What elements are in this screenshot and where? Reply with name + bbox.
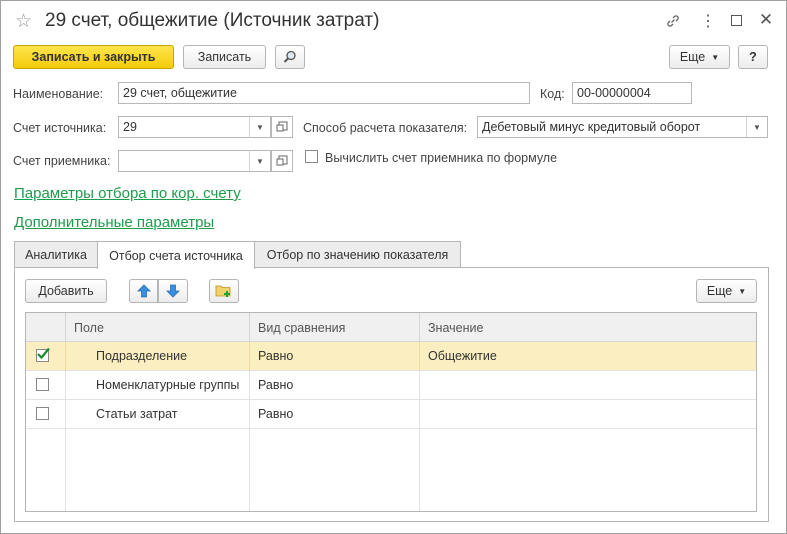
tab-analytics[interactable]: Аналитика: [14, 241, 98, 267]
move-down-button[interactable]: [158, 279, 188, 303]
table-row[interactable]: Номенклатурные группы Равно: [26, 371, 756, 400]
tab-value-filter[interactable]: Отбор по значению показателя: [254, 241, 461, 267]
row-comparison: Равно: [250, 371, 420, 400]
save-button[interactable]: Записать: [183, 45, 266, 69]
checkmark-icon: [37, 347, 50, 360]
row-value: [420, 400, 756, 429]
row-value: Общежитие: [428, 349, 497, 363]
code-label: Код:: [540, 87, 565, 101]
more-button[interactable]: Еще ▼: [669, 45, 730, 69]
add-group-button[interactable]: [209, 279, 239, 303]
move-up-button[interactable]: [129, 279, 158, 303]
receiver-account-label: Счет приемника:: [13, 154, 111, 168]
row-checkbox[interactable]: [36, 347, 50, 362]
row-field: Номенклатурные группы: [66, 371, 250, 400]
row-check-cell[interactable]: [26, 371, 66, 400]
table-header-comparison[interactable]: Вид сравнения: [250, 313, 420, 342]
chevron-down-icon: ▼: [738, 286, 747, 296]
row-value: [420, 371, 756, 400]
row-check-cell[interactable]: [26, 400, 66, 429]
table-header-field[interactable]: Поле: [66, 313, 250, 342]
arrow-down-icon: [166, 284, 180, 298]
close-icon[interactable]: ✕: [756, 10, 776, 30]
window-title: 29 счет, общежитие (Источник затрат): [45, 10, 380, 31]
row-checkbox[interactable]: [36, 407, 49, 420]
more-button-label: Еще: [679, 50, 706, 64]
calc-method-value: Дебетовый минус кредитовый оборот: [482, 120, 701, 134]
table-row[interactable]: Статьи затрат Равно: [26, 400, 756, 429]
source-account-dropdown-icon[interactable]: ▼: [249, 117, 270, 137]
save-and-close-button[interactable]: Записать и закрыть: [13, 45, 174, 69]
filter-table: Поле Вид сравнения Значение Подразделени…: [25, 312, 757, 512]
receiver-account-dropdown-icon[interactable]: ▼: [249, 151, 270, 171]
arrow-up-icon: [136, 284, 151, 298]
name-input[interactable]: 29 счет, общежитие: [118, 82, 530, 104]
column-divider: [249, 429, 250, 511]
source-account-input[interactable]: 29 ▼: [118, 116, 271, 138]
open-icon: [276, 155, 288, 166]
open-icon: [276, 121, 288, 132]
search-icon: [283, 50, 296, 63]
table-header-value[interactable]: Значение: [420, 313, 756, 342]
form-window: ☆ 29 счет, общежитие (Источник затрат) ⋮…: [0, 0, 787, 534]
folder-add-icon: [215, 285, 231, 297]
filter-params-link[interactable]: Параметры отбора по кор. счету: [14, 185, 241, 202]
calc-method-select[interactable]: Дебетовый минус кредитовый оборот ▼: [477, 116, 768, 138]
row-field: Статьи затрат: [66, 400, 250, 429]
source-account-value: 29: [123, 120, 137, 134]
name-label: Наименование:: [13, 87, 104, 101]
chevron-down-icon: ▼: [711, 52, 720, 62]
formula-checkbox-label[interactable]: Вычислить счет приемника по формуле: [325, 151, 557, 165]
row-check-cell[interactable]: [26, 342, 66, 371]
column-divider: [419, 429, 420, 511]
table-row[interactable]: Подразделение Равно Общежитие: [26, 342, 756, 371]
extra-params-link[interactable]: Дополнительные параметры: [14, 214, 214, 231]
more-actions-icon[interactable]: ⋮: [698, 11, 718, 31]
column-divider: [65, 429, 66, 511]
find-button[interactable]: [275, 45, 305, 69]
panel-more-button[interactable]: Еще ▼: [696, 279, 757, 303]
row-field: Подразделение: [66, 342, 250, 371]
link-icon[interactable]: [663, 13, 683, 32]
source-account-open-button[interactable]: [271, 116, 293, 138]
calc-method-label: Способ расчета показателя:: [303, 121, 468, 135]
add-button[interactable]: Добавить: [25, 279, 107, 303]
receiver-account-open-button[interactable]: [271, 150, 293, 172]
panel-more-label: Еще: [706, 284, 733, 298]
source-account-label: Счет источника:: [13, 121, 107, 135]
code-input[interactable]: 00-00000004: [572, 82, 692, 104]
calc-method-dropdown-icon[interactable]: ▼: [746, 117, 767, 137]
table-header-check: [26, 313, 66, 342]
row-comparison: Равно: [250, 342, 420, 371]
row-checkbox[interactable]: [36, 378, 49, 391]
help-button[interactable]: ?: [738, 45, 768, 69]
favorite-star-icon[interactable]: ☆: [15, 10, 32, 33]
tab-source-filter[interactable]: Отбор счета источника: [97, 241, 255, 269]
receiver-account-input[interactable]: ▼: [118, 150, 271, 172]
formula-checkbox[interactable]: [305, 150, 318, 163]
maximize-icon[interactable]: [731, 15, 742, 26]
row-comparison: Равно: [250, 400, 420, 429]
